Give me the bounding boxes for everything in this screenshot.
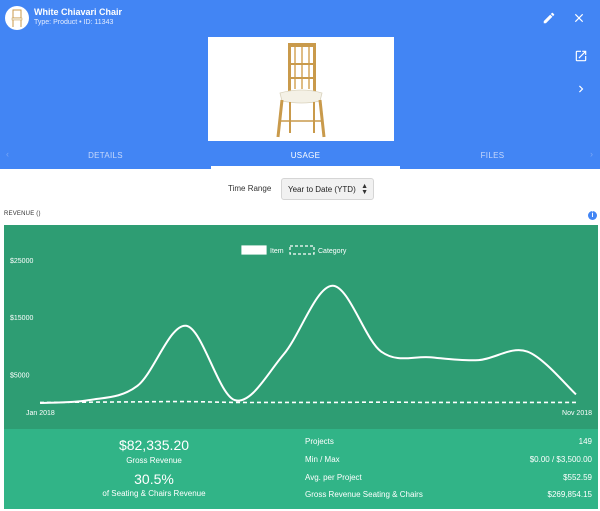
tab-scroll-left-icon[interactable]: ‹ bbox=[6, 149, 9, 159]
gross-revenue-value: $82,335.20 bbox=[118, 437, 190, 453]
avg-per-project-label: Avg. per Project bbox=[305, 473, 362, 482]
next-button[interactable] bbox=[571, 79, 591, 99]
legend-label-item: Item bbox=[270, 248, 284, 255]
product-title: White Chiavari Chair bbox=[34, 7, 123, 17]
revenue-section-title: REVENUE () bbox=[4, 211, 41, 217]
select-arrows-icon: ▲ ▼ bbox=[361, 183, 368, 196]
series-line-item[interactable] bbox=[39, 284, 577, 404]
open-external-button[interactable] bbox=[571, 46, 591, 66]
tab-files[interactable]: FILES bbox=[400, 141, 585, 169]
x-tick-label: Jan 2018 bbox=[26, 410, 55, 417]
avg-per-project-value: $552.59 bbox=[563, 473, 592, 482]
product-subtitle: Type: Product • ID: 11343 bbox=[34, 19, 114, 26]
time-range-value: Year to Date (YTD) bbox=[288, 185, 356, 194]
pencil-icon bbox=[543, 12, 555, 24]
close-button[interactable] bbox=[569, 8, 589, 28]
min-max-label: Min / Max bbox=[305, 455, 340, 464]
tab-details[interactable]: DETAILS bbox=[0, 141, 211, 169]
chart-legend: Item Category bbox=[241, 245, 347, 255]
edit-button[interactable] bbox=[539, 8, 559, 28]
projects-label: Projects bbox=[305, 437, 334, 446]
active-tab-indicator bbox=[211, 166, 400, 169]
time-range-select[interactable]: Year to Date (YTD) ▲ ▼ bbox=[281, 178, 374, 200]
tab-scroll-right-icon[interactable]: › bbox=[590, 149, 593, 159]
projects-value: 149 bbox=[578, 437, 592, 446]
revenue-chart: Item Category $25000 $15000 $5000 Jan 2018 N… bbox=[10, 245, 592, 417]
gross-revenue-seating-label: Gross Revenue Seating & Chairs bbox=[305, 490, 423, 499]
info-icon[interactable]: i bbox=[588, 211, 597, 220]
legend-swatch-category[interactable] bbox=[289, 245, 315, 255]
open-in-new-icon bbox=[575, 50, 587, 62]
product-thumbnail bbox=[5, 6, 29, 30]
revenue-stats-panel: $82,335.20 Gross Revenue 30.5% of Seatin… bbox=[4, 429, 598, 509]
product-image bbox=[208, 37, 394, 141]
min-max-value: $0.00 / $3,500.00 bbox=[529, 455, 592, 464]
close-icon bbox=[574, 13, 584, 23]
y-tick-label: $5000 bbox=[10, 372, 30, 379]
product-header: White Chiavari Chair Type: Product • ID:… bbox=[0, 0, 600, 141]
series-line-category[interactable] bbox=[39, 400, 576, 404]
legend-label-category: Category bbox=[318, 248, 347, 255]
y-tick-label: $25000 bbox=[10, 258, 33, 265]
tab-bar: DETAILS USAGE FILES bbox=[0, 141, 600, 169]
gross-revenue-label: Gross Revenue bbox=[126, 456, 182, 465]
percent-label: of Seating & Chairs Revenue bbox=[102, 489, 206, 498]
tab-usage[interactable]: USAGE bbox=[211, 141, 400, 169]
revenue-chart-panel: Item Category $25000 $15000 $5000 Jan 2018 N… bbox=[4, 225, 598, 429]
legend-swatch-item[interactable] bbox=[241, 245, 267, 255]
time-range-label: Time Range bbox=[228, 184, 272, 193]
y-tick-label: $15000 bbox=[10, 315, 33, 322]
percent-value: 30.5% bbox=[134, 471, 174, 487]
chevron-right-icon bbox=[579, 85, 584, 93]
gross-revenue-seating-value: $269,854.15 bbox=[547, 490, 593, 499]
x-tick-label: Nov 2018 bbox=[562, 410, 592, 417]
